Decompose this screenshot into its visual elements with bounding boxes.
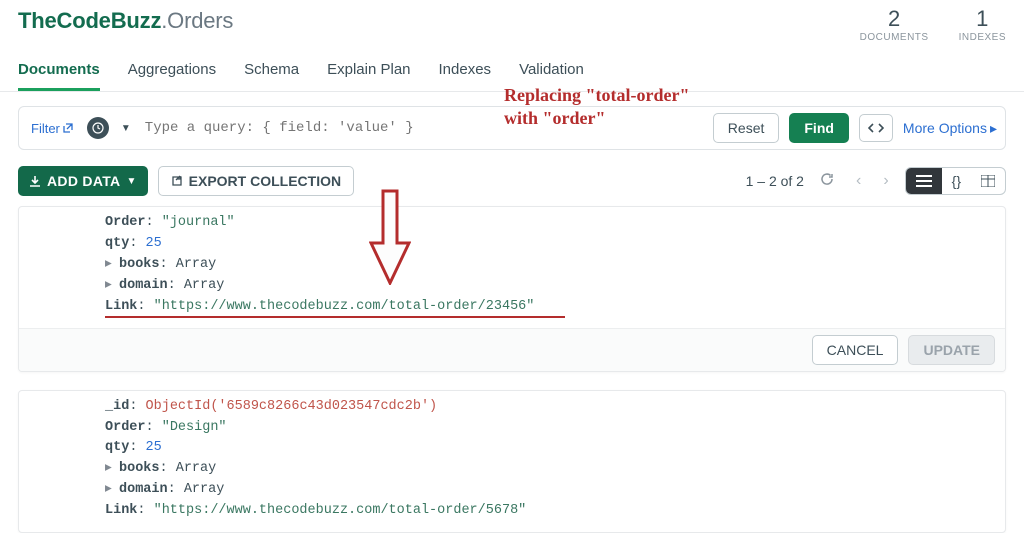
export-collection-button[interactable]: EXPORT COLLECTION xyxy=(158,166,354,196)
find-button[interactable]: Find xyxy=(789,113,849,143)
breadcrumb: TheCodeBuzz.Orders xyxy=(18,8,860,34)
update-button[interactable]: UPDATE xyxy=(908,335,995,365)
code-toggle-button[interactable] xyxy=(859,114,893,142)
view-table-icon[interactable] xyxy=(971,168,1005,194)
link-field-value: "https://www.thecodebuzz.com/total-order… xyxy=(154,503,527,518)
expand-caret-icon[interactable]: ▸ xyxy=(105,459,115,480)
tab-explain-plan[interactable]: Explain Plan xyxy=(327,61,410,91)
coll-name[interactable]: Orders xyxy=(167,8,233,33)
expand-caret-icon[interactable]: ▸ xyxy=(105,276,115,297)
filter-label[interactable]: Filter xyxy=(27,119,77,138)
toolbar: ADD DATA ▼ EXPORT COLLECTION 1 – 2 of 2 … xyxy=(0,150,1024,206)
collection-stats: 2 DOCUMENTS 1 INDEXES xyxy=(860,6,1006,43)
tab-aggregations[interactable]: Aggregations xyxy=(128,61,216,91)
index-count: 1 xyxy=(959,6,1006,32)
tab-indexes[interactable]: Indexes xyxy=(439,61,492,91)
db-name[interactable]: TheCodeBuzz xyxy=(18,8,161,33)
external-link-icon xyxy=(63,123,73,133)
view-list-icon[interactable] xyxy=(906,168,942,194)
history-icon[interactable] xyxy=(87,117,109,139)
document-card: Order: "journal" qty: 25 ▸books: Array ▸… xyxy=(18,206,1006,372)
refresh-icon[interactable] xyxy=(814,172,840,191)
caret-down-icon: ▼ xyxy=(126,176,136,187)
doc-count: 2 xyxy=(860,6,929,32)
page-status: 1 – 2 of 2 xyxy=(746,173,804,189)
view-mode-segment: {} xyxy=(905,167,1006,195)
add-data-button[interactable]: ADD DATA ▼ xyxy=(18,166,148,196)
reset-button[interactable]: Reset xyxy=(713,113,780,143)
more-options-link[interactable]: More Options ▸ xyxy=(903,120,997,137)
tab-documents[interactable]: Documents xyxy=(18,61,100,91)
download-icon xyxy=(29,175,41,187)
cancel-button[interactable]: CANCEL xyxy=(812,335,899,365)
chevron-right-icon: ▸ xyxy=(990,120,997,137)
tab-schema[interactable]: Schema xyxy=(244,61,299,91)
expand-caret-icon[interactable]: ▸ xyxy=(105,255,115,276)
link-field-value: "https://www.thecodebuzz.com/total-order… xyxy=(154,299,535,314)
document-card: _id: ObjectId('6589c8266c43d023547cdc2b'… xyxy=(18,390,1006,533)
view-json-icon[interactable]: {} xyxy=(942,168,971,194)
code-icon xyxy=(868,121,884,135)
annotation-text: Replacing "total-order" with "order" xyxy=(504,84,689,129)
expand-caret-icon[interactable]: ▸ xyxy=(105,480,115,501)
chevron-down-icon[interactable]: ▼ xyxy=(121,123,131,134)
next-page-icon[interactable]: › xyxy=(877,172,894,190)
export-icon xyxy=(171,175,183,187)
prev-page-icon[interactable]: ‹ xyxy=(850,172,867,190)
